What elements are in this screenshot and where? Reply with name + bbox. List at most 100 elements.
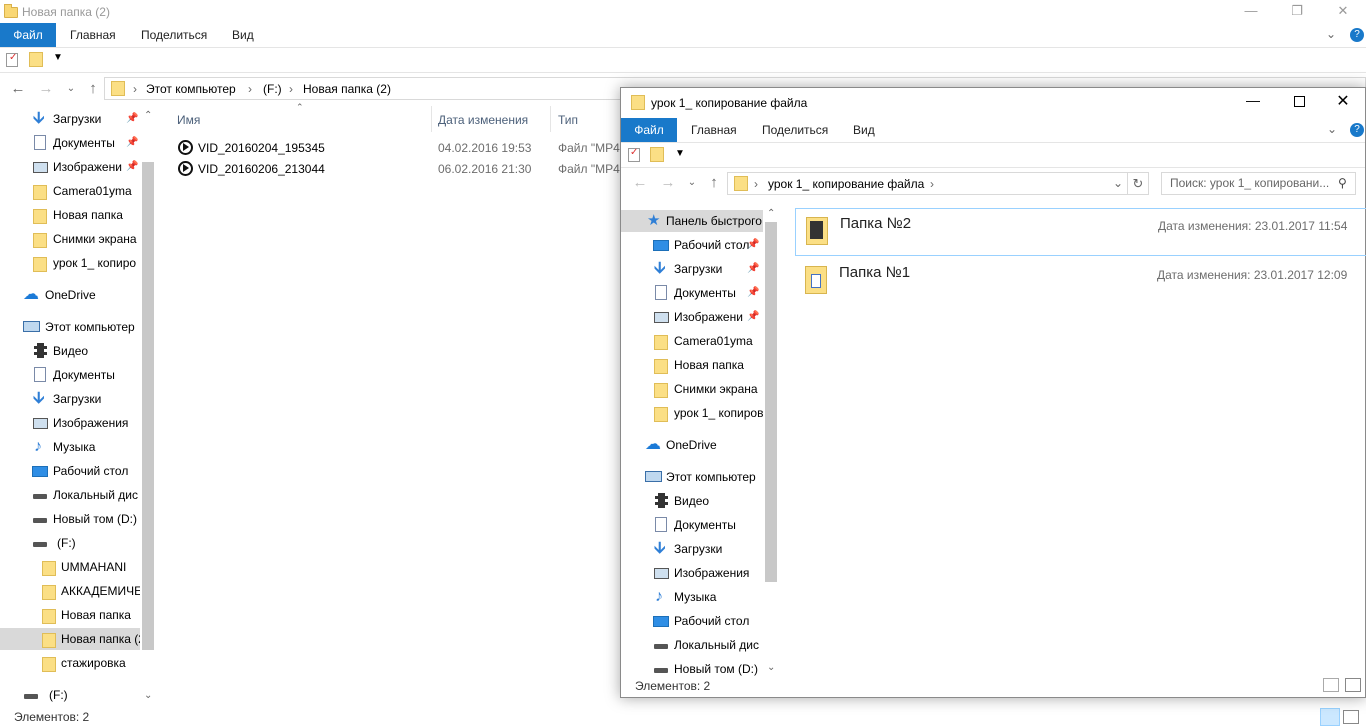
tab-view[interactable]: Вид [220, 23, 266, 47]
sidebar-scrollbar[interactable]: ⌃ ⌄ [140, 106, 156, 708]
pin-icon[interactable]: 📌 [126, 108, 138, 130]
forward-button[interactable]: → [657, 172, 679, 194]
tab-share[interactable]: Поделиться [750, 118, 840, 142]
customize-icon[interactable]: ▼ [675, 148, 685, 159]
sidebar-item-local-disk[interactable]: Локальный дис [0, 484, 140, 506]
up-button[interactable]: ↑ [703, 172, 725, 194]
title-bar[interactable]: урок 1_ копирование файла — ✕ [621, 88, 1365, 118]
address-bar[interactable]: › урок 1_ копирование файла › ⌄ [727, 172, 1149, 195]
sidebar-item-volume-d[interactable]: Новый том (D:) [621, 658, 763, 676]
breadcrumb-this-pc[interactable]: Этот компьютер [146, 82, 236, 96]
tiles-view-icon[interactable] [1345, 678, 1361, 692]
details-view-icon[interactable] [1320, 708, 1340, 726]
sidebar-item-documents[interactable]: Документы 📌 [0, 132, 140, 154]
customize-icon[interactable]: ▼ [53, 52, 63, 63]
column-divider[interactable] [550, 106, 551, 132]
help-icon[interactable]: ? [1350, 123, 1364, 137]
scroll-up-icon[interactable]: ⌃ [144, 110, 152, 121]
file-row[interactable]: VID_20160204_195345 04.02.2016 19:53 Фай… [178, 138, 620, 158]
back-button[interactable]: ← [7, 78, 29, 100]
sidebar-item-camera[interactable]: Camera01yma [0, 180, 140, 202]
sidebar-item-downloads[interactable]: 🡫 Загрузки 📌 [0, 108, 140, 130]
sidebar-item-ummahani[interactable]: UMMAHANI [0, 556, 140, 578]
scroll-down-icon[interactable]: ⌄ [144, 690, 152, 701]
column-header-name[interactable]: Имя [177, 109, 200, 131]
maximize-button[interactable] [1283, 92, 1315, 114]
sidebar-item-documents[interactable]: Документы 📌 [621, 282, 763, 304]
sidebar-item-lesson[interactable]: урок 1_ копиров [621, 402, 763, 424]
sidebar-item-video[interactable]: Видео [0, 340, 140, 362]
sidebar-item-music[interactable]: ♪ Музыка [621, 586, 763, 608]
search-input[interactable]: Поиск: урок 1_ копировани... [1161, 172, 1356, 195]
sidebar-item-documents-pc[interactable]: Документы [621, 514, 763, 536]
sidebar-item-academic[interactable]: АККАДЕМИЧЕ [0, 580, 140, 602]
sidebar-item-desktop[interactable]: Рабочий стол 📌 [621, 234, 763, 256]
sidebar-item-downloads-pc[interactable]: 🡫 Загрузки [0, 388, 140, 410]
sidebar-item-music[interactable]: ♪ Музыка [0, 436, 140, 458]
pin-icon[interactable]: 📌 [747, 234, 759, 256]
recent-dropdown-button[interactable]: ⌄ [60, 78, 82, 100]
tab-file[interactable]: Файл [0, 23, 56, 47]
folder-tile-1[interactable]: Папка №1 Дата изменения: 23.01.2017 12:0… [795, 258, 1366, 306]
title-bar[interactable]: Новая папка (2) — ❐ ✕ [0, 0, 1366, 24]
sidebar-item-new-folder[interactable]: Новая папка [0, 204, 140, 226]
sidebar-item-new-folder[interactable]: Новая папка [621, 354, 763, 376]
column-header-date[interactable]: Дата изменения [438, 109, 528, 131]
pin-icon[interactable]: 📌 [747, 258, 759, 280]
column-divider[interactable] [431, 106, 432, 132]
sidebar-item-this-pc[interactable]: Этот компьютер [621, 466, 763, 488]
sidebar-item-volume-d[interactable]: Новый том (D:) [0, 508, 140, 530]
new-folder-icon[interactable] [650, 147, 664, 162]
file-row[interactable]: VID_20160206_213044 06.02.2016 21:30 Фай… [178, 159, 620, 179]
sidebar-item-drive-f[interactable]: (F:) [0, 532, 140, 554]
sidebar-item-quick-access[interactable]: ★ Панель быстрого [621, 210, 763, 232]
sidebar-scrollbar[interactable]: ⌃ ⌄ [763, 206, 779, 676]
sidebar-item-pictures[interactable]: Изображени 📌 [621, 306, 763, 328]
breadcrumb-drive-f[interactable]: (F:) [263, 82, 282, 96]
sidebar-item-new-folder-f[interactable]: Новая папка [0, 604, 140, 626]
tab-share[interactable]: Поделиться [129, 23, 219, 47]
forward-button[interactable]: → [35, 78, 57, 100]
details-view-icon[interactable] [1323, 678, 1339, 692]
close-button[interactable]: ✕ [1323, 91, 1363, 113]
pin-icon[interactable]: 📌 [747, 306, 759, 328]
sidebar-item-screenshots[interactable]: Снимки экрана [621, 378, 763, 400]
sidebar-item-drive-f2[interactable]: (F:) [0, 684, 140, 706]
tab-home[interactable]: Главная [58, 23, 128, 47]
close-button[interactable]: ✕ [1320, 0, 1366, 24]
new-folder-icon[interactable] [29, 52, 43, 67]
scroll-up-icon[interactable]: ⌃ [767, 208, 775, 219]
back-button[interactable]: ← [629, 172, 651, 194]
minimize-button[interactable]: — [1228, 0, 1274, 24]
sidebar-item-desktop[interactable]: Рабочий стол [0, 460, 140, 482]
tiles-view-icon[interactable] [1343, 710, 1359, 724]
sidebar-item-new-folder-2[interactable]: Новая папка (2 [0, 628, 140, 650]
sidebar-item-onedrive[interactable]: ☁ OneDrive [0, 284, 140, 306]
tab-view[interactable]: Вид [841, 118, 887, 142]
recent-dropdown-button[interactable]: ⌄ [681, 172, 703, 194]
sidebar-item-internship[interactable]: стажировка [0, 652, 140, 674]
chevron-down-icon[interactable]: ⌄ [1327, 122, 1337, 136]
sidebar-item-downloads-pc[interactable]: 🡫 Загрузки [621, 538, 763, 560]
address-dropdown-icon[interactable]: ⌄ [1113, 176, 1123, 190]
column-header-type[interactable]: Тип [558, 109, 578, 131]
breadcrumb-current-folder[interactable]: Новая папка (2) [303, 82, 391, 96]
breadcrumb-current-folder[interactable]: урок 1_ копирование файла [768, 177, 924, 191]
refresh-button[interactable]: ↻ [1127, 172, 1149, 195]
sidebar-item-video[interactable]: Видео [621, 490, 763, 512]
sidebar-item-local-disk[interactable]: Локальный дис [621, 634, 763, 656]
scroll-down-icon[interactable]: ⌄ [767, 662, 775, 673]
sidebar-item-screenshots[interactable]: Снимки экрана [0, 228, 140, 250]
sidebar-item-pictures[interactable]: Изображени 📌 [0, 156, 140, 178]
scrollbar-thumb[interactable] [765, 222, 777, 582]
up-button[interactable]: ↑ [82, 78, 104, 100]
sidebar-item-camera[interactable]: Camera01yma [621, 330, 763, 352]
sidebar-item-pictures-pc[interactable]: Изображения [621, 562, 763, 584]
help-icon[interactable]: ? [1350, 28, 1364, 42]
chevron-down-icon[interactable]: ⌄ [1326, 27, 1336, 41]
sidebar-item-lesson[interactable]: урок 1_ копиро [0, 252, 140, 274]
tab-home[interactable]: Главная [679, 118, 749, 142]
folder-tile-2[interactable]: Папка №2 Дата изменения: 23.01.2017 11:5… [795, 208, 1366, 256]
sidebar-item-downloads[interactable]: 🡫 Загрузки 📌 [621, 258, 763, 280]
sidebar-item-documents-pc[interactable]: Документы [0, 364, 140, 386]
